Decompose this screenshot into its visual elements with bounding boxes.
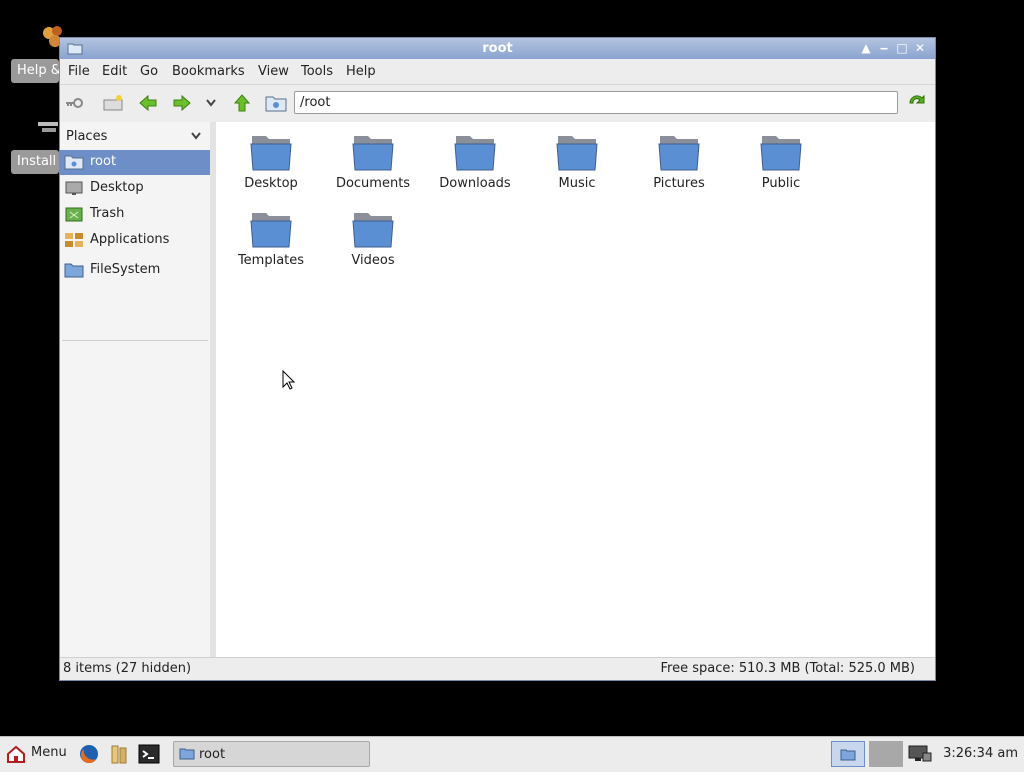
maximize-icon[interactable]: □ <box>895 41 909 55</box>
file-label: Downloads <box>439 176 511 191</box>
menu-tools[interactable]: Tools <box>301 64 333 79</box>
folder-icon <box>760 136 802 171</box>
file-item-videos[interactable]: Videos <box>325 209 421 268</box>
new-tab-icon[interactable] <box>102 93 124 117</box>
taskbar: Menu root 3:26:34 am <box>0 736 1024 772</box>
folder-icon <box>250 136 292 171</box>
file-label: Music <box>558 176 596 191</box>
folder-icon <box>840 749 856 761</box>
folder-icon <box>250 213 292 248</box>
sidebar-item-desktop[interactable]: Desktop <box>60 176 210 201</box>
history-dropdown-icon[interactable] <box>205 97 217 112</box>
workspace-1-button[interactable] <box>831 741 865 767</box>
places-sidebar: Places root Desktop Trash Applications F… <box>60 122 211 657</box>
terminal-icon[interactable] <box>138 743 160 769</box>
file-item-desktop[interactable]: Desktop <box>223 132 319 191</box>
status-bar: 8 items (27 hidden) Free space: 510.3 MB… <box>60 657 935 681</box>
file-item-public[interactable]: Public <box>733 132 829 191</box>
minimize-icon[interactable]: ‒ <box>877 41 891 55</box>
file-label: Pictures <box>653 176 705 191</box>
file-item-downloads[interactable]: Downloads <box>427 132 523 191</box>
forward-arrow-icon[interactable] <box>172 93 192 117</box>
chevron-down-icon[interactable] <box>190 130 202 145</box>
file-item-templates[interactable]: Templates <box>223 209 319 268</box>
help-desktop-button[interactable]: Help & <box>11 59 59 83</box>
sidebar-separator <box>62 340 208 341</box>
title-bar[interactable]: root ▲ ‒ □ ✕ <box>60 38 935 59</box>
file-label: Templates <box>237 253 305 268</box>
sidebar-item-label: Applications <box>90 232 170 247</box>
trash-icon <box>64 206 84 226</box>
sidebar-item-trash[interactable]: Trash <box>60 202 210 227</box>
clock[interactable]: 3:26:34 am <box>943 746 1018 761</box>
sidebar-item-label: Trash <box>90 206 125 221</box>
window-title: root <box>482 41 513 56</box>
folder-icon <box>454 136 496 171</box>
menu-view[interactable]: View <box>258 64 289 79</box>
toolbar: /root <box>60 84 935 122</box>
sidebar-item-root[interactable]: root <box>60 150 210 175</box>
menu-help[interactable]: Help <box>346 64 376 79</box>
files-launcher-icon[interactable] <box>108 743 130 769</box>
start-menu-label: Menu <box>31 745 67 760</box>
applications-icon <box>64 232 84 252</box>
folder-icon <box>179 748 195 760</box>
folder-icon <box>658 136 700 171</box>
drive-icon <box>64 262 84 282</box>
network-icon[interactable] <box>907 743 933 769</box>
sidebar-item-label: Desktop <box>90 180 144 195</box>
sidebar-item-applications[interactable]: Applications <box>60 228 210 253</box>
folder-icon <box>352 213 394 248</box>
menu-edit[interactable]: Edit <box>102 64 127 79</box>
file-label: Documents <box>335 176 411 191</box>
firefox-icon[interactable] <box>78 743 100 769</box>
file-item-documents[interactable]: Documents <box>325 132 421 191</box>
taskbar-window-label: root <box>199 747 226 762</box>
menu-bar: File Edit Go Bookmarks View Tools Help <box>60 60 935 84</box>
folder-home-icon <box>64 154 84 174</box>
taskbar-window-root[interactable]: root <box>173 741 370 767</box>
home-icon <box>7 745 25 763</box>
back-arrow-icon[interactable] <box>138 93 158 117</box>
sidebar-item-filesystem[interactable]: FileSystem <box>60 258 210 283</box>
start-menu-button[interactable]: Menu <box>6 744 67 768</box>
free-space: Free space: 510.3 MB (Total: 525.0 MB) <box>660 661 915 676</box>
file-item-music[interactable]: Music <box>529 132 625 191</box>
file-item-pictures[interactable]: Pictures <box>631 132 727 191</box>
file-label: Public <box>761 176 801 191</box>
menu-bookmarks[interactable]: Bookmarks <box>172 64 245 79</box>
menu-go[interactable]: Go <box>140 64 158 79</box>
file-label: Desktop <box>244 176 298 191</box>
address-bar[interactable]: /root <box>294 91 898 114</box>
sidebar-item-label: FileSystem <box>90 262 161 277</box>
folder-icon <box>556 136 598 171</box>
install-desktop-button[interactable]: Install L <box>11 150 59 174</box>
item-count: 8 items (27 hidden) <box>63 661 192 676</box>
places-header[interactable]: Places <box>66 129 107 144</box>
folder-icon <box>352 136 394 171</box>
mouse-cursor-icon <box>282 369 296 394</box>
workspace-2-button[interactable] <box>869 741 903 767</box>
desktop-icon <box>64 180 84 200</box>
reload-icon[interactable] <box>906 93 928 117</box>
close-icon[interactable]: ✕ <box>913 41 927 55</box>
file-manager-window: root ▲ ‒ □ ✕ File Edit Go Bookmarks View… <box>59 37 936 681</box>
shade-icon[interactable]: ▲ <box>859 41 873 55</box>
linux-lite-logo-icon <box>36 110 60 144</box>
up-arrow-icon[interactable] <box>232 93 252 117</box>
file-view: Desktop Documents Downloads Music Pictur… <box>216 122 935 657</box>
key-icon[interactable] <box>64 93 84 117</box>
menu-file[interactable]: File <box>68 64 90 79</box>
sidebar-item-label: root <box>90 154 117 169</box>
file-label: Videos <box>351 253 395 268</box>
home-folder-icon[interactable] <box>265 93 287 117</box>
